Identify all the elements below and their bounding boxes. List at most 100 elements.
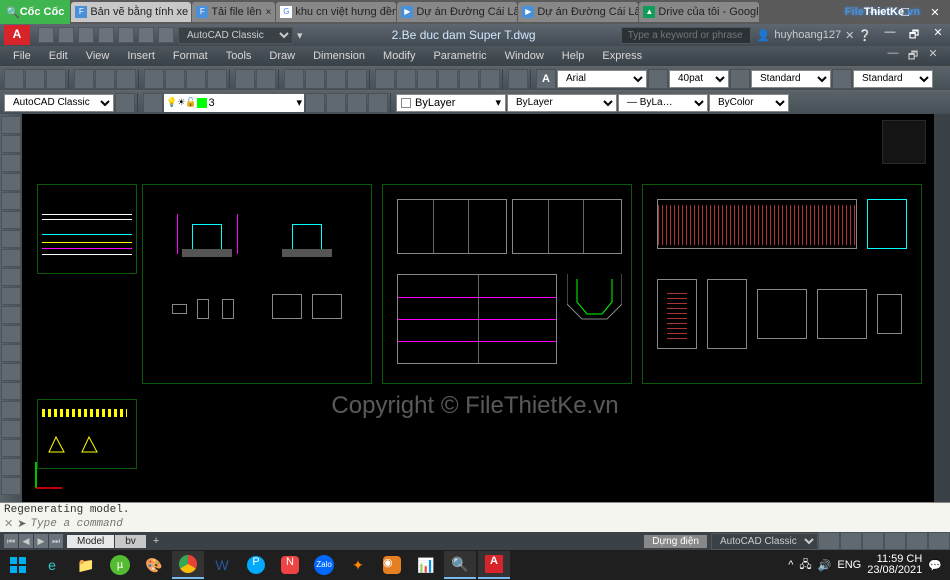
layer-off-icon[interactable]	[368, 93, 388, 113]
open-icon[interactable]	[25, 69, 45, 89]
tool-palette-icon[interactable]	[417, 69, 437, 89]
minimize-button[interactable]: —	[878, 26, 902, 45]
point-icon[interactable]	[1, 249, 21, 267]
doc-minimize-button[interactable]: —	[884, 47, 902, 66]
tab-model[interactable]: Model	[67, 535, 114, 548]
layer-props-icon[interactable]	[143, 93, 163, 113]
tray-time[interactable]: 11:59 CH	[867, 554, 922, 565]
vertical-scrollbar[interactable]	[934, 114, 950, 502]
menu-express[interactable]: Express	[593, 48, 651, 64]
doc-close-button[interactable]: ✕	[924, 47, 942, 66]
last-tab-icon[interactable]: ⏭	[49, 534, 63, 548]
color-selector[interactable]: ByLayer▾	[396, 94, 506, 112]
task-app[interactable]: P	[240, 551, 272, 579]
lineweight-selector[interactable]: — ByLa…	[618, 94, 708, 112]
menu-file[interactable]: File	[4, 48, 40, 64]
zoom-window-icon[interactable]	[326, 69, 346, 89]
task-explorer[interactable]: 📁	[70, 551, 102, 579]
browser-logo[interactable]: 🔍Cốc Cốc	[0, 0, 70, 24]
pan-icon[interactable]	[284, 69, 304, 89]
ellipse-icon[interactable]	[1, 211, 21, 229]
status-btn[interactable]	[862, 532, 884, 550]
tray-chevron-icon[interactable]: ^	[788, 559, 793, 571]
zoom-icon[interactable]	[305, 69, 325, 89]
menu-tools[interactable]: Tools	[217, 48, 261, 64]
task-app[interactable]: ◉	[376, 551, 408, 579]
xline-icon[interactable]	[1, 401, 21, 419]
status-btn[interactable]	[840, 532, 862, 550]
status-btn[interactable]	[818, 532, 840, 550]
new-button[interactable]	[38, 27, 54, 43]
cut-icon[interactable]	[144, 69, 164, 89]
mtext-icon[interactable]	[1, 287, 21, 305]
browser-tab[interactable]: ▶Dự án Đường Cái Lân -×	[397, 2, 517, 22]
task-chrome[interactable]	[172, 551, 204, 579]
polyline-icon[interactable]	[1, 135, 21, 153]
arc-icon[interactable]	[1, 173, 21, 191]
gear-icon[interactable]	[115, 93, 135, 113]
linetype-selector[interactable]: ByLayer	[507, 94, 617, 112]
undo-icon[interactable]	[235, 69, 255, 89]
spline-icon[interactable]	[1, 363, 21, 381]
status-workspace-selector[interactable]: AutoCAD Classic	[711, 533, 818, 550]
design-center-icon[interactable]	[396, 69, 416, 89]
donut-icon[interactable]	[1, 420, 21, 438]
close-button[interactable]: ✕	[920, 6, 950, 19]
dim-icon[interactable]	[730, 69, 750, 89]
tab-layout[interactable]: bv	[115, 535, 146, 548]
menu-draw[interactable]: Draw	[260, 48, 304, 64]
line-icon[interactable]	[1, 116, 21, 134]
tray-volume-icon[interactable]: 🔊	[818, 559, 832, 572]
region-icon[interactable]	[1, 344, 21, 362]
boundary-icon[interactable]	[1, 477, 21, 495]
add-layout-icon[interactable]: +	[147, 535, 165, 547]
status-btn[interactable]	[884, 532, 906, 550]
menu-parametric[interactable]: Parametric	[424, 48, 495, 64]
redo-icon[interactable]	[256, 69, 276, 89]
menu-dimension[interactable]: Dimension	[304, 48, 374, 64]
viewcube[interactable]	[882, 120, 926, 164]
clean-screen-icon[interactable]	[928, 532, 950, 550]
tray-notifications-icon[interactable]: 💬	[928, 559, 942, 572]
task-word[interactable]: W	[206, 551, 238, 579]
tray-lang[interactable]: ENG	[837, 559, 861, 571]
browser-tab[interactable]: ▲Drive của tôi - Google D×	[639, 2, 759, 22]
browser-tab[interactable]: Gkhu cn việt hưng đền c×	[276, 2, 396, 22]
table-icon[interactable]	[1, 325, 21, 343]
next-tab-icon[interactable]: ▶	[34, 534, 48, 548]
print-icon[interactable]	[74, 69, 94, 89]
layer-prev-icon[interactable]	[326, 93, 346, 113]
quickcalc-icon[interactable]	[480, 69, 500, 89]
task-ie[interactable]: e	[36, 551, 68, 579]
task-zalo[interactable]: Zalo	[308, 551, 340, 579]
tray-date[interactable]: 23/08/2021	[867, 565, 922, 576]
wipeout-icon[interactable]	[1, 458, 21, 476]
match-props-icon[interactable]	[207, 69, 227, 89]
text-icon[interactable]: A	[536, 69, 556, 89]
task-utorrent[interactable]: µ	[104, 551, 136, 579]
zoom-prev-icon[interactable]	[347, 69, 367, 89]
task-app[interactable]: N	[274, 551, 306, 579]
autocad-logo[interactable]: A	[4, 25, 30, 45]
help-search-input[interactable]	[621, 27, 751, 44]
dimstyle-selector[interactable]: Standard	[751, 70, 831, 88]
user-area[interactable]: 👤 huyhoang127 ✕ ❔	[751, 29, 878, 42]
command-input[interactable]	[30, 518, 946, 530]
layer-states-icon[interactable]	[305, 93, 325, 113]
undo-button[interactable]	[138, 27, 154, 43]
circle-icon[interactable]	[1, 154, 21, 172]
plot-button[interactable]	[118, 27, 134, 43]
rectangle-icon[interactable]	[1, 192, 21, 210]
font-selector[interactable]: Arial	[557, 70, 647, 88]
save-button[interactable]	[78, 27, 94, 43]
sheet-set-icon[interactable]	[438, 69, 458, 89]
revcloud-icon[interactable]	[1, 439, 21, 457]
plotstyle-selector[interactable]: ByColor	[709, 94, 789, 112]
tray-network-icon[interactable]: 🖧	[799, 556, 811, 575]
hatch-icon[interactable]	[1, 230, 21, 248]
menu-insert[interactable]: Insert	[118, 48, 164, 64]
browser-tab[interactable]: ▶Dự án Đường Cái Lân -×	[518, 2, 638, 22]
menu-view[interactable]: View	[77, 48, 119, 64]
browser-tab[interactable]: FBản vẽ bằng tính xe đú×	[71, 2, 191, 22]
menu-help[interactable]: Help	[553, 48, 594, 64]
